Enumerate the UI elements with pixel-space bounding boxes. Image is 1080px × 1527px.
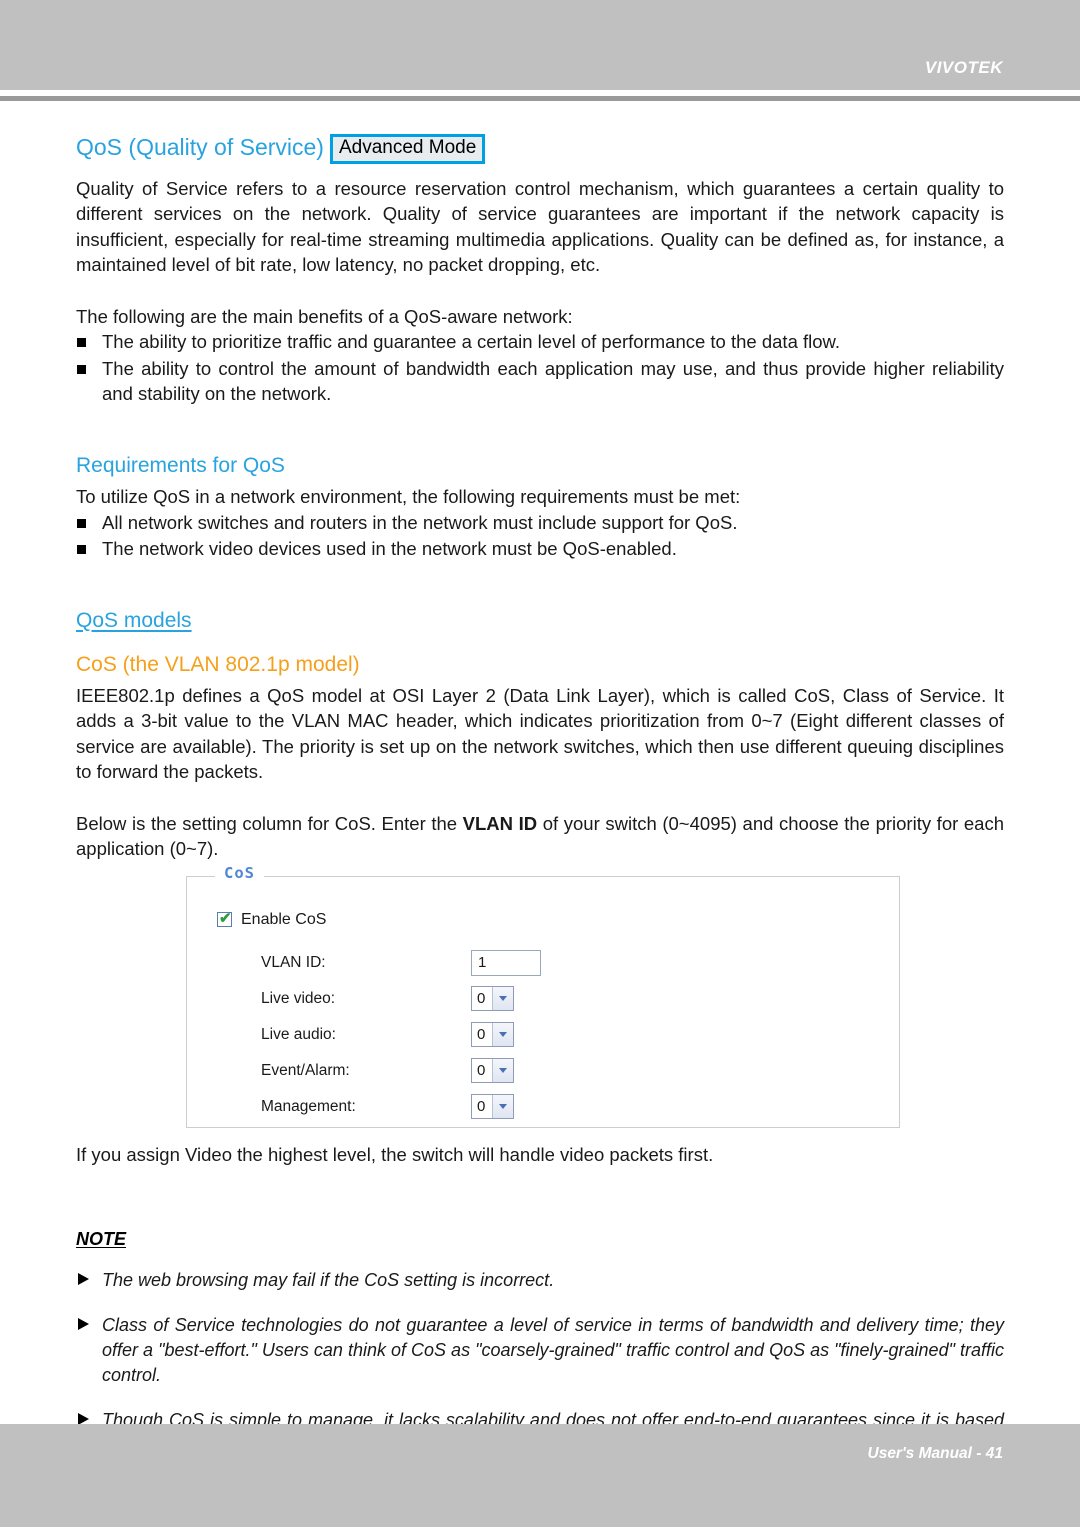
page-title-text: QoS (Quality of Service) xyxy=(76,134,324,160)
benefits-lead-text: The following are the main benefits of a… xyxy=(76,305,573,327)
note-heading: NOTE xyxy=(76,1229,127,1250)
benefits-list: The ability to prioritize traffic and gu… xyxy=(76,329,1004,407)
event-alarm-label: Event/Alarm: xyxy=(261,1061,350,1079)
page-header-bar: VIVOTEK xyxy=(0,0,1080,90)
enable-cos-row[interactable]: ✔ Enable CoS xyxy=(217,911,899,929)
live-video-value: 0 xyxy=(477,990,486,1008)
cos-paragraph: IEEE802.1p defines a QoS model at OSI La… xyxy=(76,684,1004,783)
note-item: Class of Service technologies do not gua… xyxy=(76,1313,1004,1388)
management-select[interactable]: 0 xyxy=(471,1094,514,1120)
list-item-label: All network switches and routers in the … xyxy=(102,511,738,533)
cos-form-screenshot: CoS ✔ Enable CoS VLAN ID: Live video: xyxy=(186,863,1004,1128)
square-bullet-icon xyxy=(77,518,86,528)
requirements-list: All network switches and routers in the … xyxy=(76,510,1004,562)
after-form-paragraph: If you assign Video the highest level, t… xyxy=(76,1143,714,1165)
page-footer-bar: User's Manual - 41 xyxy=(0,1424,1080,1527)
square-bullet-icon xyxy=(77,545,86,555)
vivotek-logo: VIVOTEK xyxy=(924,58,1003,77)
square-bullet-icon xyxy=(77,338,86,348)
page-title: QoS (Quality of Service) Advanced Mode xyxy=(76,134,1004,164)
enable-cos-label: Enable CoS xyxy=(241,910,327,928)
triangle-right-icon xyxy=(78,1273,89,1286)
list-item-label: The network video devices used in the ne… xyxy=(102,538,677,560)
list-item: The ability to control the amount of ban… xyxy=(76,356,1004,407)
list-item: All network switches and routers in the … xyxy=(76,510,1004,536)
cos-fieldset: CoS ✔ Enable CoS VLAN ID: Live video: xyxy=(186,863,900,1128)
note-item: The web browsing may fail if the CoS set… xyxy=(76,1268,1004,1293)
qos-models-heading: QoS models xyxy=(76,608,192,632)
requirements-lead-text: To utilize QoS in a network environment,… xyxy=(76,486,741,508)
setting-paragraph-part1: Below is the setting column for CoS. Ent… xyxy=(76,812,463,834)
live-video-row: Live video: 0 xyxy=(217,981,899,1017)
square-bullet-icon xyxy=(77,364,86,374)
intro-paragraph: Quality of Service refers to a resource … xyxy=(76,177,1004,276)
chevron-down-icon[interactable] xyxy=(492,1023,513,1047)
live-audio-label: Live audio: xyxy=(261,1025,336,1043)
list-item: The network video devices used in the ne… xyxy=(76,536,1004,562)
list-item: The ability to prioritize traffic and gu… xyxy=(76,329,1004,355)
checkmark-icon: ✔ xyxy=(219,910,232,928)
requirements-heading: Requirements for QoS xyxy=(76,453,285,477)
chevron-down-icon[interactable] xyxy=(492,1059,513,1083)
management-row: Management: 0 xyxy=(217,1089,899,1125)
management-value: 0 xyxy=(477,1098,486,1116)
live-audio-value: 0 xyxy=(477,1026,486,1044)
enable-cos-checkbox[interactable]: ✔ xyxy=(217,910,232,928)
live-video-label: Live video: xyxy=(261,989,336,1007)
page-content: QoS (Quality of Service) Advanced Mode Qu… xyxy=(0,101,1080,1478)
footer-page-label: User's Manual - 41 xyxy=(867,1445,1004,1462)
management-label: Management: xyxy=(261,1097,356,1115)
note-item-label: Class of Service technologies do not gua… xyxy=(102,1315,1004,1386)
vlan-id-label: VLAN ID: xyxy=(261,953,326,971)
vlan-id-input[interactable] xyxy=(471,949,541,976)
cos-fieldset-legend: CoS xyxy=(215,863,264,882)
event-alarm-value: 0 xyxy=(477,1062,486,1080)
vlan-id-row: VLAN ID: xyxy=(217,945,899,981)
note-item-label: The web browsing may fail if the CoS set… xyxy=(102,1270,555,1291)
event-alarm-select[interactable]: 0 xyxy=(471,1058,514,1084)
chevron-down-icon[interactable] xyxy=(492,1095,513,1119)
list-item-label: The ability to control the amount of ban… xyxy=(102,357,1004,405)
live-video-select[interactable]: 0 xyxy=(471,986,514,1012)
live-audio-row: Live audio: 0 xyxy=(217,1017,899,1053)
list-item-label: The ability to prioritize traffic and gu… xyxy=(102,331,841,353)
event-alarm-row: Event/Alarm: 0 xyxy=(217,1053,899,1089)
vlan-id-bold-term: VLAN ID xyxy=(462,812,538,834)
advanced-mode-badge: Advanced Mode xyxy=(329,134,486,164)
chevron-down-icon[interactable] xyxy=(492,987,513,1011)
cos-model-heading: CoS (the VLAN 802.1p model) xyxy=(76,652,360,676)
triangle-right-icon xyxy=(78,1318,89,1331)
live-audio-select[interactable]: 0 xyxy=(471,1022,514,1048)
setting-column-paragraph: Below is the setting column for CoS. Ent… xyxy=(76,811,1004,862)
